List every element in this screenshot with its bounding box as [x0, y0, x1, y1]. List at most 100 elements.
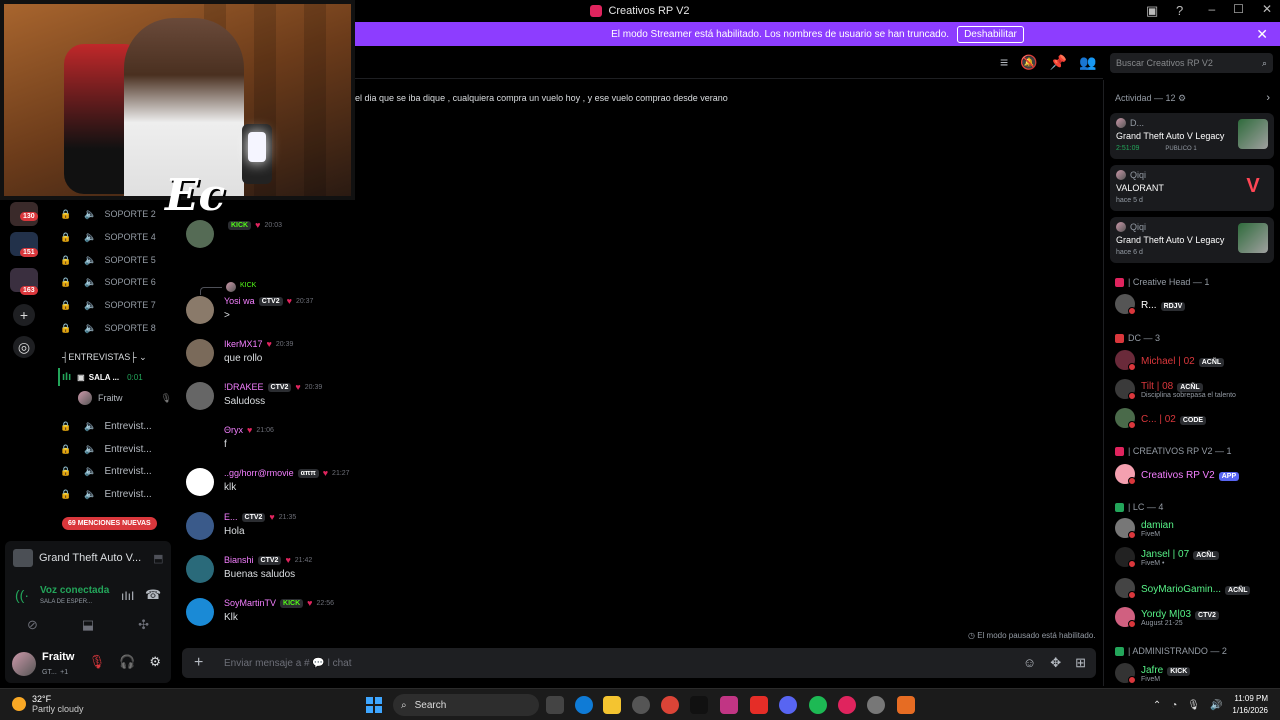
message-author[interactable]: IkerMX17: [224, 339, 263, 349]
volume-icon[interactable]: 🔊: [1210, 700, 1222, 711]
activity-card[interactable]: D... Grand Theft Auto V Legacy 2:51:09 PUBL…: [1110, 113, 1274, 159]
current-user[interactable]: Fraitw GT... +1: [12, 651, 74, 677]
voice-channel[interactable]: 🔒 🔈 SOPORTE 5: [48, 250, 176, 270]
threads-icon[interactable]: ≡: [1000, 54, 1008, 71]
member-item[interactable]: damian FiveM: [1115, 517, 1174, 539]
start-button[interactable]: [366, 697, 382, 713]
voice-channel[interactable]: 🔒 🔈 SOPORTE 8: [48, 318, 176, 338]
weather-widget[interactable]: 32°F Partly cloudy: [12, 694, 84, 714]
voice-channel[interactable]: 🔒 🔈 SOPORTE 4: [48, 227, 176, 247]
member-item[interactable]: Yordy M|03 CTV2 August 21-25: [1115, 606, 1219, 628]
app-icon[interactable]: [897, 696, 915, 714]
avatar[interactable]: [186, 468, 214, 496]
message-author[interactable]: E...: [224, 512, 238, 522]
voice-connected-label[interactable]: Voz conectada: [40, 585, 109, 596]
gear-icon[interactable]: ⚙: [149, 654, 161, 670]
voice-channel[interactable]: 🔒 🔈 SOPORTE 6: [48, 272, 176, 292]
discover-icon[interactable]: ◎: [13, 336, 35, 358]
voice-channel[interactable]: 🔒 🔈 Entrevist...: [48, 416, 176, 436]
task-view-icon[interactable]: [546, 696, 564, 714]
close-icon[interactable]: ✕: [1256, 26, 1268, 43]
avatar[interactable]: [186, 339, 214, 367]
message-author[interactable]: !DRAKEE: [224, 382, 264, 392]
member-item[interactable]: R... RDJV: [1115, 294, 1186, 315]
voice-channel[interactable]: 🔒 🔈 SOPORTE 2: [48, 204, 176, 224]
member-list-icon[interactable]: 👥: [1079, 54, 1096, 71]
chrome-icon[interactable]: [661, 696, 679, 714]
voice-member[interactable]: Fraitw 🎙: [78, 391, 172, 405]
notification-mute-icon[interactable]: 🔕: [1020, 54, 1037, 71]
role-badge: αππ: [297, 468, 319, 478]
chevron-up-icon[interactable]: ⌃: [1153, 700, 1161, 711]
message-author[interactable]: Bianshi: [224, 555, 254, 565]
avatar[interactable]: [186, 382, 214, 410]
new-mentions-pill[interactable]: 69 MENCIONES NUEVAS: [62, 517, 157, 530]
close-window-icon[interactable]: ✕: [1262, 2, 1272, 16]
apps-icon[interactable]: ✥: [1050, 655, 1061, 671]
member-item[interactable]: Jansel | 07 ACÑL FiveM •: [1115, 546, 1219, 568]
add-server-icon[interactable]: +: [13, 304, 35, 326]
instagram-icon[interactable]: [720, 696, 738, 714]
message-author[interactable]: SoyMartinTV: [224, 598, 276, 608]
category-entrevistas[interactable]: ┤ENTREVISTAS├ ⌄: [62, 352, 147, 363]
member-item[interactable]: SoyMarioGamin... ACÑL: [1115, 578, 1251, 599]
active-voice-channel[interactable]: ıIı ▣ SALA ... 0:01: [58, 368, 176, 386]
mic-icon[interactable]: 🎙: [1187, 700, 1200, 711]
activities-icon[interactable]: ✣: [138, 617, 149, 633]
search-input[interactable]: Buscar Creativos RP V2 ⌕: [1110, 53, 1273, 73]
avatar[interactable]: [186, 598, 214, 626]
channel-name: SOPORTE 7: [104, 300, 156, 310]
maximize-icon[interactable]: ☐: [1233, 2, 1244, 16]
emoji-icon[interactable]: ☺: [1023, 655, 1036, 671]
voice-channel[interactable]: 🔒 🔈 Entrevist...: [48, 461, 176, 481]
gift-icon[interactable]: ⊞: [1075, 655, 1086, 671]
mic-muted-icon[interactable]: 🎙: [89, 654, 106, 670]
member-item[interactable]: Creativos RP V2 APP: [1115, 464, 1240, 485]
network-icon[interactable]: ◔: [1171, 700, 1177, 711]
taskbar-search[interactable]: ⌕ Search: [393, 694, 539, 716]
discord-icon[interactable]: [779, 696, 797, 714]
screen-share-icon[interactable]: ⬓: [82, 617, 94, 633]
minimize-icon[interactable]: –: [1208, 2, 1215, 16]
member-item[interactable]: C... | 02 CODE: [1115, 408, 1207, 429]
tiktok-icon[interactable]: [690, 696, 708, 714]
message-author[interactable]: Yosi wa: [224, 296, 255, 306]
reply-reference[interactable]: KICK: [226, 282, 256, 292]
voice-channel[interactable]: 🔒 🔈 Entrevist...: [48, 439, 176, 459]
help-icon[interactable]: ?: [1176, 3, 1183, 18]
noise-suppression-icon[interactable]: ıIıI: [121, 589, 134, 603]
camera-off-icon[interactable]: ⊘: [27, 617, 38, 633]
activity-card[interactable]: Qiqi Grand Theft Auto V Legacy hace 6 d: [1110, 217, 1274, 263]
member-item[interactable]: Jafre KICK FiveM: [1115, 662, 1191, 684]
app-icon[interactable]: [838, 696, 856, 714]
edge-icon[interactable]: [575, 696, 593, 714]
avatar[interactable]: [186, 220, 214, 248]
avatar[interactable]: [186, 296, 214, 324]
voice-channel[interactable]: 🔒 🔈 SOPORTE 7: [48, 295, 176, 315]
pin-icon[interactable]: 📌: [1050, 54, 1067, 71]
clock[interactable]: 11:09 PM 1/16/2026: [1232, 693, 1268, 717]
disconnect-icon[interactable]: ☎: [145, 587, 161, 603]
message-composer[interactable]: + Enviar mensaje a # 💬 l chat ☺ ✥ ⊞: [182, 648, 1096, 678]
signal-icon[interactable]: ((·: [15, 587, 29, 603]
member-item[interactable]: Tilt | 08 ACÑL Disciplina sobrepasa el tal…: [1115, 378, 1236, 400]
message-author[interactable]: ..gg/horr@rmovie: [224, 468, 294, 478]
file-explorer-icon[interactable]: [603, 696, 621, 714]
message-author[interactable]: Θryx: [224, 425, 243, 435]
youtube-icon[interactable]: [750, 696, 768, 714]
voice-channel[interactable]: 🔒 🔈 Entrevist...: [48, 484, 176, 504]
headphones-icon[interactable]: 🎧: [119, 654, 135, 670]
activity-card[interactable]: Qiqi VALORANT hace 5 d V: [1110, 165, 1274, 211]
add-attachment-icon[interactable]: +: [194, 654, 214, 672]
inbox-icon[interactable]: ▣: [1146, 3, 1158, 19]
avatar[interactable]: [186, 425, 214, 453]
chevron-right-icon[interactable]: ›: [1266, 92, 1270, 104]
settings-icon[interactable]: [867, 696, 885, 714]
spotify-icon[interactable]: [809, 696, 827, 714]
app-icon[interactable]: [632, 696, 650, 714]
member-item[interactable]: Michael | 02 ACÑL: [1115, 350, 1225, 371]
avatar[interactable]: [186, 555, 214, 583]
disable-streamer-button[interactable]: Deshabilitar: [957, 25, 1024, 43]
avatar[interactable]: [186, 512, 214, 540]
now-playing[interactable]: Grand Theft Auto V... ⬒: [13, 549, 164, 567]
